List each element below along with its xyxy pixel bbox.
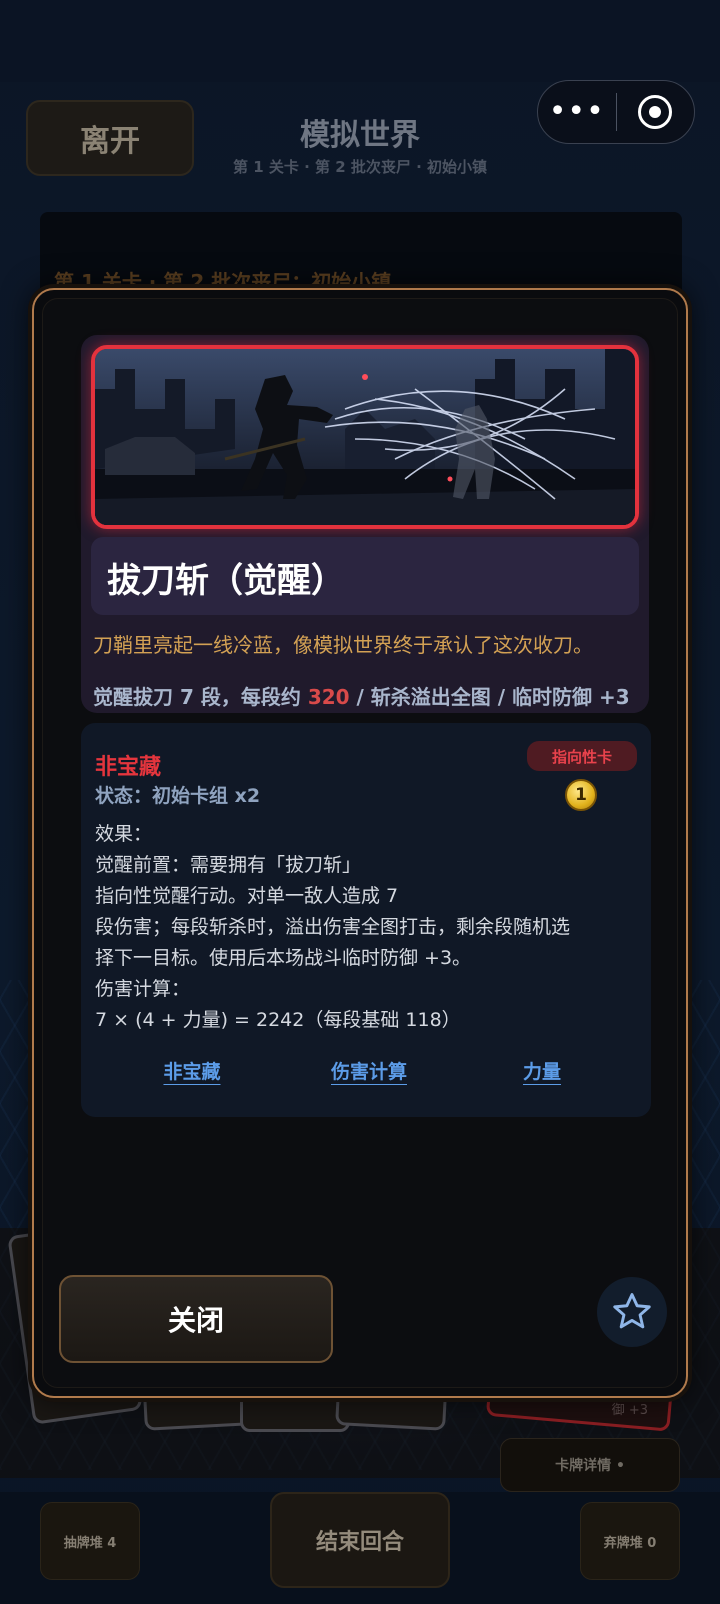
card-detail-button[interactable]: 卡牌详情 •	[500, 1438, 680, 1492]
effect-line: 段伤害；每段斩杀时，溢出伤害全图打击，剩余段随机选	[95, 916, 571, 938]
card-info-panel: 非宝藏 状态：初始卡组 x2 指向性卡 1 效果： 觉醒前置：需要拥有「拔刀斩」…	[81, 723, 651, 1117]
effect-line: 效果：	[95, 823, 153, 845]
glossary-link-rarity[interactable]: 非宝藏	[147, 1057, 237, 1084]
status-bar-area	[0, 0, 720, 82]
effect-line: 伤害计算：	[95, 978, 191, 1000]
more-menu-icon[interactable]: •••	[538, 82, 616, 142]
card-summary-value: 320	[307, 685, 350, 709]
effect-line: 择下一目标。使用后本场战斗临时防御 +3。	[95, 947, 472, 969]
modal-body: 拔刀斩（觉醒） 刀鞘里亮起一线冷蓝，像模拟世界终于承认了这次收刀。 觉醒拔刀 7…	[42, 298, 678, 1388]
miniprogram-capsule: •••	[537, 80, 695, 144]
effect-line: 指向性觉醒行动。对单一敌人造成 7	[95, 885, 399, 907]
card-summary-suffix: / 斩杀溢出全图 / 临时防御 +3	[349, 685, 630, 709]
page-subtitle: 第 1 关卡 · 第 2 批次丧尸 · 初始小镇	[232, 158, 488, 176]
card-flavor-text: 刀鞘里亮起一线冷蓝，像模拟世界终于承认了这次收刀。	[93, 633, 593, 657]
favorite-button[interactable]	[597, 1277, 667, 1347]
card-name: 拔刀斩（觉醒）	[107, 561, 345, 601]
card-type-badge: 指向性卡	[527, 741, 637, 771]
card-art	[91, 345, 639, 529]
card-detail-modal: 拔刀斩（觉醒） 刀鞘里亮起一线冷蓝，像模拟世界终于承认了这次收刀。 觉醒拔刀 7…	[32, 288, 688, 1398]
game-screen: 离开 模拟世界 第 1 关卡 · 第 2 批次丧尸 · 初始小镇 ••• 第 1…	[0, 0, 720, 1604]
card-rarity: 非宝藏	[95, 755, 162, 780]
end-turn-button[interactable]: 结束回合	[270, 1492, 450, 1588]
card-name-box: 拔刀斩（觉醒）	[91, 537, 639, 615]
effect-line: 觉醒前置：需要拥有「拔刀斩」	[95, 854, 362, 876]
energy-cost-icon: 1	[565, 779, 597, 811]
close-button[interactable]: 关闭	[59, 1275, 333, 1363]
glossary-links: 非宝藏 伤害计算 力量	[81, 1057, 651, 1084]
close-miniprogram-icon[interactable]	[617, 95, 695, 129]
card-face: 拔刀斩（觉醒） 刀鞘里亮起一线冷蓝，像模拟世界终于承认了这次收刀。 觉醒拔刀 7…	[81, 335, 649, 713]
draw-pile-button[interactable]: 抽牌堆 4	[40, 1502, 140, 1580]
card-summary: 觉醒拔刀 7 段，每段约 320 / 斩杀溢出全图 / 临时防御 +3	[93, 681, 630, 710]
glossary-link-damage-calc[interactable]: 伤害计算	[323, 1057, 415, 1084]
glossary-link-strength[interactable]: 力量	[497, 1057, 587, 1084]
star-outline-icon	[613, 1293, 651, 1329]
card-effect-description: 效果： 觉醒前置：需要拥有「拔刀斩」 指向性觉醒行动。对单一敌人造成 7 段伤害…	[95, 819, 640, 1036]
card-status: 状态：初始卡组 x2	[95, 785, 261, 807]
card-summary-prefix: 觉醒拔刀 7 段，每段约	[93, 685, 308, 709]
discard-pile-button[interactable]: 弃牌堆 0	[580, 1502, 680, 1580]
effect-line: 7 × (4 + 力量) = 2242（每段基础 118）	[95, 1009, 461, 1031]
